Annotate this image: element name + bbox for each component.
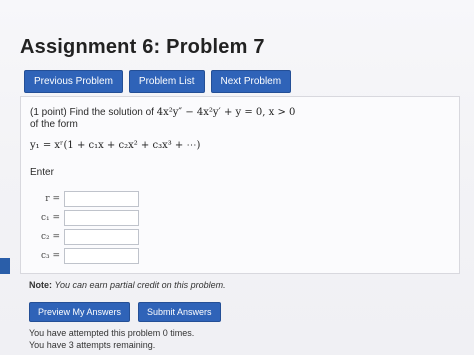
problem-list-button[interactable]: Problem List	[128, 70, 205, 93]
c2-label: c₂ =	[40, 232, 60, 242]
previous-problem-button[interactable]: Previous Problem	[24, 70, 123, 93]
c1-input[interactable]	[64, 210, 139, 226]
note-text: You can earn partial credit on this prob…	[54, 280, 226, 290]
c2-input[interactable]	[64, 229, 139, 245]
series-form: y₁ = xʳ(1 + c₁x + c₂x² + c₃x³ + ⋯)	[30, 140, 201, 151]
submit-answers-button[interactable]: Submit Answers	[138, 302, 221, 322]
enter-label: Enter	[30, 167, 54, 178]
page-title: Assignment 6: Problem 7	[20, 36, 265, 58]
answer-row-c2: c₂ =	[30, 229, 139, 245]
problem-statement: (1 point) Find the solution of 4x²y″ − 4…	[30, 107, 450, 131]
partial-credit-note: Note: You can earn partial credit on thi…	[29, 280, 226, 290]
differential-equation: 4x²y″ − 4x²y′ + y = 0, x > 0	[156, 107, 296, 118]
problem-navigation: Previous Problem Problem List Next Probl…	[24, 70, 292, 93]
r-label: r =	[45, 194, 60, 204]
preview-answers-button[interactable]: Preview My Answers	[29, 302, 131, 322]
r-input[interactable]	[64, 191, 139, 207]
submission-actions: Preview My Answers Submit Answers	[29, 302, 221, 322]
note-prefix: Note:	[29, 280, 52, 290]
problem-form-text: of the form	[30, 119, 78, 130]
c1-label: c₁ =	[40, 213, 60, 223]
answer-row-r: r =	[30, 191, 139, 207]
problem-card: (1 point) Find the solution of 4x²y″ − 4…	[20, 96, 460, 274]
left-edge-marker	[0, 258, 10, 274]
answer-row-c1: c₁ =	[30, 210, 139, 226]
c3-input[interactable]	[64, 248, 139, 264]
answer-row-c3: c₃ =	[30, 248, 139, 264]
remaining-attempts-text: You have 3 attempts remaining.	[29, 340, 156, 350]
problem-points-text: (1 point) Find the solution of	[30, 107, 154, 118]
next-problem-button[interactable]: Next Problem	[210, 70, 292, 93]
attempted-count-text: You have attempted this problem 0 times.	[29, 328, 195, 338]
attempt-status: You have attempted this problem 0 times.…	[29, 327, 194, 351]
c3-label: c₃ =	[40, 251, 60, 261]
webwork-page: Assignment 6: Problem 7 Previous Problem…	[0, 0, 474, 355]
